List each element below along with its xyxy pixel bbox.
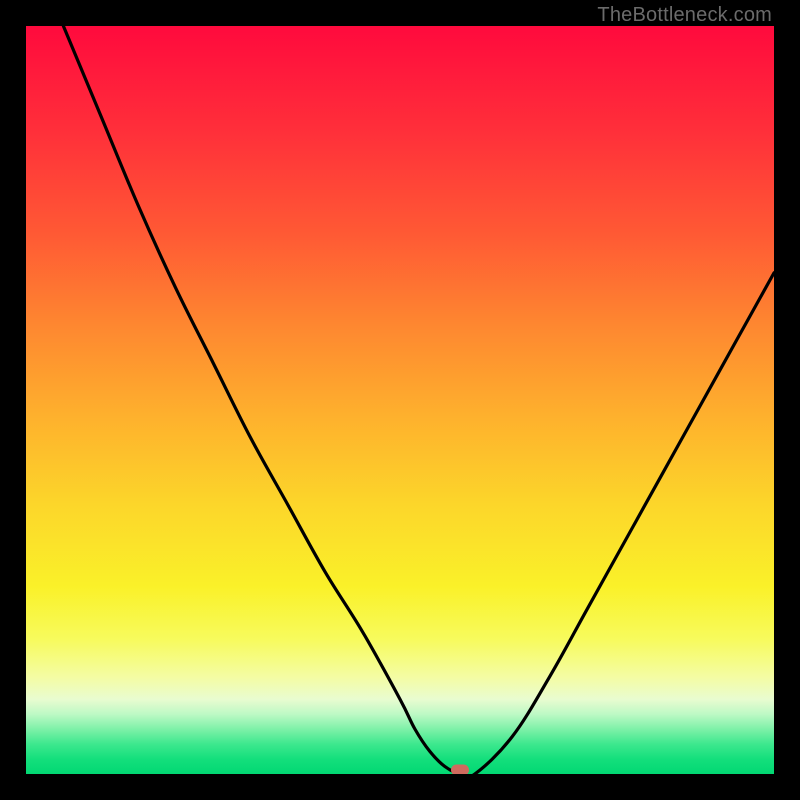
chart-stage: TheBottleneck.com xyxy=(0,0,800,800)
bottleneck-curve xyxy=(26,26,774,774)
watermark-label: TheBottleneck.com xyxy=(597,4,772,27)
minimum-marker xyxy=(451,765,469,775)
plot-area xyxy=(26,26,774,774)
